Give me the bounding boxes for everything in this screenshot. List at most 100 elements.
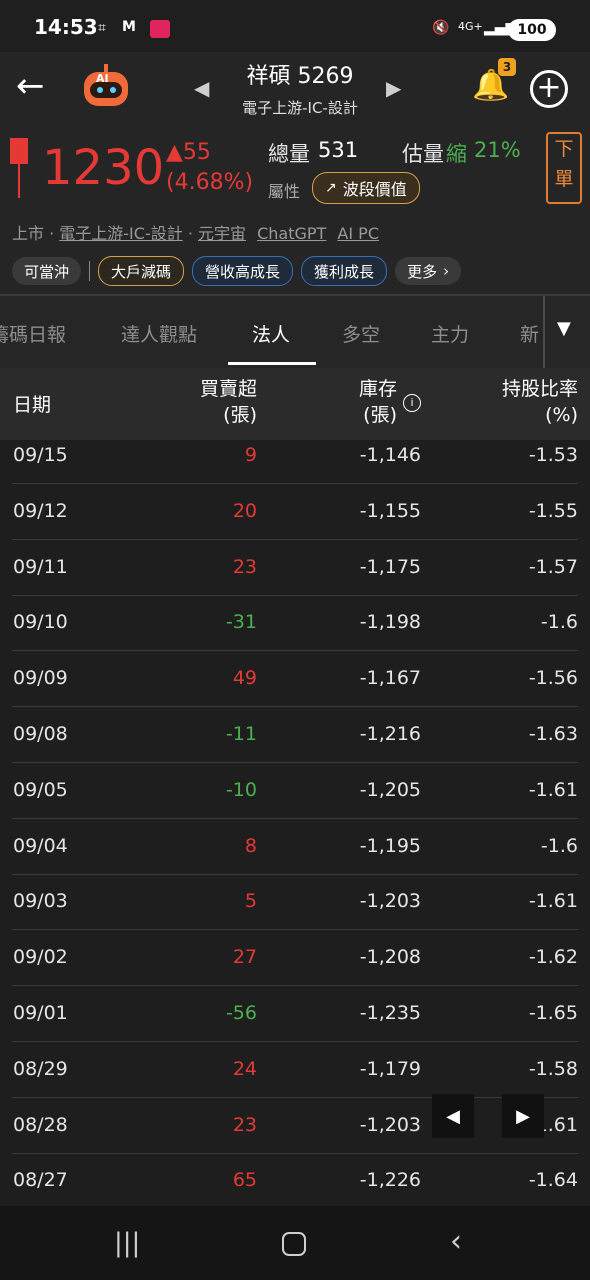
triangle-right-icon: ▶ (516, 1105, 530, 1127)
trend-chart-icon: ↗ (325, 180, 337, 196)
chevron-right-icon: › (443, 262, 450, 280)
table-row: 08/29 24 -1,179 -1.58 (0, 1042, 590, 1098)
notification-badge: 3 (498, 58, 516, 76)
system-nav-bar: ||| ‹ (0, 1206, 590, 1280)
row-inventory: -1,216 (359, 723, 421, 745)
volume-value: 531 (318, 138, 359, 162)
link-market[interactable]: 上市 (12, 224, 44, 243)
row-net: 8 (244, 834, 257, 857)
row-inventory: -1,175 (359, 555, 421, 578)
attribute-tag[interactable]: ↗ 波段價值 (312, 172, 420, 204)
order-button[interactable]: 下單 (546, 132, 582, 204)
stock-industry: 電子上游-IC-設計 (242, 99, 358, 117)
header-inventory-unit: (張) (363, 404, 397, 426)
row-date: 09/05 (13, 778, 68, 801)
row-date: 09/04 (13, 834, 68, 857)
tab-long-short[interactable]: 多空 (342, 320, 380, 347)
tab-main-force[interactable]: 主力 (431, 320, 469, 347)
row-ratio: -1.6 (540, 611, 578, 634)
row-inventory: -1,167 (359, 667, 421, 690)
tag-big-holder-reduce[interactable]: 大戶減碼 (98, 256, 185, 286)
tag-profit-growth[interactable]: 獲利成長 (301, 256, 388, 286)
next-stock-arrow-icon[interactable]: ▶ (386, 76, 401, 100)
candle-wick (18, 164, 20, 198)
row-net: 23 (232, 1113, 257, 1136)
row-inventory: -1,208 (359, 946, 421, 969)
row-net: -31 (225, 611, 257, 634)
table-row: 09/02 27 -1,208 -1.62 (0, 930, 590, 987)
table-row: 09/11 23 -1,175 -1.57 (0, 540, 590, 596)
network-type: 4G+ (458, 20, 483, 33)
link-ai-pc[interactable]: AI PC (337, 224, 379, 243)
next-page-button[interactable]: ▶ (502, 1094, 544, 1138)
mute-icon: 🔇 (432, 20, 450, 36)
stock-tags: 可當沖 大戶減碼 營收高成長 獲利成長 更多 › (12, 256, 462, 286)
recent-apps-icon[interactable]: ||| (114, 1228, 140, 1258)
table-row: 09/03 5 -1,203 -1.61 (0, 874, 590, 931)
back-arrow-icon[interactable]: ← (16, 66, 45, 106)
row-inventory: -1,235 (359, 1002, 421, 1024)
row-ratio: -1.64 (528, 1169, 578, 1192)
table-row: 09/01 -56 -1,235 -1.65 (0, 986, 590, 1042)
link-metaverse[interactable]: 元宇宙 (198, 224, 246, 243)
table-row: 09/09 49 -1,167 -1.56 (0, 651, 590, 708)
table-header: 日期 買賣超 (張) 庫存 (張) i 持股比率 (%) (0, 368, 590, 440)
tab-chip-daily[interactable]: 籌碼日報 (0, 320, 66, 347)
row-ratio: -1.58 (528, 1057, 578, 1080)
prev-page-button[interactable]: ◀ (432, 1094, 474, 1138)
header-net-title: 買賣超 (199, 378, 257, 400)
row-net: -10 (225, 778, 257, 801)
header-net: 買賣超 (張) (200, 376, 257, 428)
header-date: 日期 (13, 394, 52, 416)
row-date: 09/10 (13, 611, 68, 634)
link-industry[interactable]: 電子上游-IC-設計 (59, 224, 182, 243)
price-change: ▲55 (166, 140, 211, 165)
info-icon[interactable]: i (403, 394, 421, 412)
tab-expert-views[interactable]: 達人觀點 (121, 320, 197, 347)
row-date: 09/03 (13, 890, 68, 913)
row-ratio: -1.55 (528, 499, 578, 522)
table-row: 09/10 -31 -1,198 -1.6 (0, 595, 590, 652)
row-inventory: -1,205 (359, 778, 421, 801)
row-date: 09/01 (13, 1002, 68, 1024)
stock-name: 祥碩 5269 (246, 64, 354, 89)
ai-assistant-icon[interactable]: AI (80, 64, 132, 108)
tab-new[interactable]: 新 (520, 320, 539, 347)
attribute-tag-label: 波段價值 (342, 180, 407, 199)
prev-stock-arrow-icon[interactable]: ◀ (194, 76, 209, 100)
tab-institutional[interactable]: 法人 (252, 320, 290, 347)
row-date: 09/15 (13, 444, 68, 466)
row-date: 09/12 (13, 499, 68, 522)
row-inventory: -1,155 (359, 499, 421, 522)
row-inventory: -1,146 (359, 444, 421, 466)
row-date: 08/27 (13, 1169, 68, 1192)
app-notification-icon (150, 20, 170, 38)
row-net: 24 (232, 1057, 257, 1080)
row-date: 09/08 (13, 723, 68, 745)
row-net: 20 (232, 499, 257, 522)
tab-bar: 籌碼日報 達人觀點 法人 多空 主力 新 ▼ (0, 294, 590, 368)
row-ratio: -1.62 (528, 946, 578, 969)
battery-indicator: 100 (508, 19, 556, 41)
row-date: 08/29 (13, 1057, 68, 1080)
institutional-table: 09/15 9 -1,146 -1.53 09/12 20 -1,155 -1.55 09/11… (0, 440, 590, 1206)
row-ratio: -1.57 (528, 555, 578, 578)
row-inventory: -1,195 (359, 834, 421, 857)
candle-icon (10, 138, 28, 164)
back-nav-icon[interactable]: ‹ (450, 1224, 462, 1259)
add-watchlist-plus-icon[interactable]: + (530, 70, 568, 108)
price-change-percent: (4.68%) (166, 170, 254, 195)
chevron-down-icon[interactable]: ▼ (557, 318, 571, 339)
home-icon[interactable] (282, 1232, 306, 1256)
header-ratio-unit: (%) (545, 404, 578, 426)
row-ratio: -1.61 (528, 778, 578, 801)
estimate-label: 估量 (402, 142, 444, 166)
battery-level: 100 (517, 22, 547, 38)
tag-day-trade[interactable]: 可當沖 (12, 257, 82, 285)
tag-more[interactable]: 更多 › (395, 257, 462, 285)
row-inventory: -1,226 (359, 1169, 421, 1192)
stock-links: 上市 · 電子上游-IC-設計 · 元宇宙 ChatGPT AI PC (12, 224, 379, 243)
link-chatgpt[interactable]: ChatGPT (257, 224, 326, 243)
table-row: 09/04 8 -1,195 -1.6 (0, 819, 590, 875)
tag-revenue-growth[interactable]: 營收高成長 (192, 256, 294, 286)
